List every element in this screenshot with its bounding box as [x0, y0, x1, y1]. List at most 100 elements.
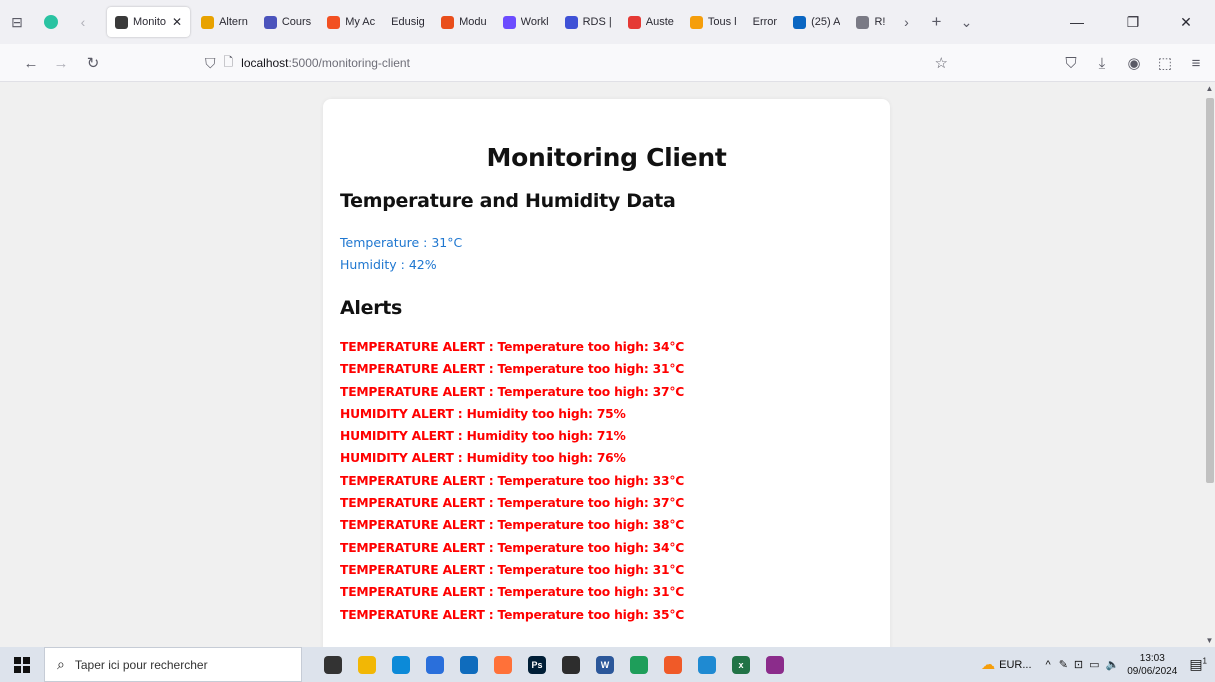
taskbar-app[interactable] [760, 650, 790, 680]
volume-icon[interactable]: 🔈 [1106, 658, 1120, 671]
tab-label: Error [752, 16, 778, 28]
page-scrollbar[interactable]: ▲ ▼ [1204, 82, 1215, 647]
taskbar-app[interactable] [556, 650, 586, 680]
browser-tab[interactable]: Monito ✕ [107, 7, 191, 37]
reload-icon[interactable]: ↻ [80, 50, 106, 76]
pocket-icon[interactable]: ⛉ [1058, 50, 1084, 76]
restore-window-icon[interactable]: ❐ [1110, 0, 1156, 44]
clock[interactable]: 13:03 09/06/2024 [1127, 652, 1177, 678]
tab-scroll-left-icon[interactable]: ‹ [70, 9, 96, 35]
battery-icon[interactable]: ▭ [1089, 658, 1099, 671]
tab-label: Altern [219, 16, 248, 28]
taskbar-app[interactable]: Ps [522, 650, 552, 680]
weather-text[interactable]: EUR... [999, 659, 1031, 671]
page-viewport: Monitoring Client Temperature and Humidi… [0, 82, 1204, 647]
account-icon[interactable]: ◉ [1121, 50, 1147, 76]
browser-tab[interactable]: Edusign [383, 7, 433, 37]
bookmark-star-icon[interactable]: ☆ [935, 54, 948, 72]
scroll-thumb[interactable] [1206, 98, 1214, 483]
browser-tab[interactable]: Auste [620, 7, 682, 37]
taskbar-search-box[interactable]: ⌕ Taper ici pour rechercher [44, 647, 302, 682]
browser-tab[interactable]: Modu [433, 7, 495, 37]
tab-scroll-right-icon[interactable]: › [893, 9, 919, 35]
new-tab-icon[interactable]: + [923, 9, 949, 35]
taskbar-app[interactable] [386, 650, 416, 680]
back-icon[interactable]: ← [18, 50, 44, 76]
weather-icon[interactable]: ☁ [981, 656, 995, 673]
navigation-toolbar: ← → ↻ ⛉ 🗋 localhost:5000/monitoring-clie… [0, 44, 1215, 82]
browser-tab[interactable]: My Ac [319, 7, 383, 37]
taskbar-app[interactable] [692, 650, 722, 680]
tab-label: Workl [520, 16, 549, 28]
edge-icon [392, 655, 410, 674]
address-bar[interactable]: ⛉ 🗋 localhost:5000/monitoring-client ☆ [205, 49, 960, 77]
monitoring-card: Monitoring Client Temperature and Humidi… [323, 99, 890, 647]
app-circle-icon [630, 655, 648, 674]
browser-tab[interactable]: Altern [193, 7, 256, 37]
tab-label: Modu [459, 16, 487, 28]
rar-icon [766, 655, 784, 674]
notifications-icon[interactable]: ▤1 [1189, 656, 1207, 673]
browser-tab[interactable]: RDS | [557, 7, 620, 37]
store-icon [426, 655, 444, 674]
taskbar-app[interactable] [352, 650, 382, 680]
scroll-up-icon[interactable]: ▲ [1204, 84, 1215, 93]
browser-tab[interactable]: Workl [495, 7, 557, 37]
alert-item: TEMPERATURE ALERT : Temperature too high… [340, 473, 685, 488]
network-icon[interactable]: ⊡ [1074, 658, 1083, 671]
file-explorer-icon [358, 655, 376, 674]
windows-logo-icon [14, 656, 30, 673]
taskbar-app[interactable] [624, 650, 654, 680]
show-hidden-icons-icon[interactable]: ^ [1046, 659, 1051, 671]
alert-item: TEMPERATURE ALERT : Temperature too high… [340, 340, 685, 354]
taskbar-app[interactable]: x [726, 650, 756, 680]
rds-icon [564, 15, 578, 29]
alert-item: HUMIDITY ALERT : Humidity too high: 75% [340, 406, 626, 421]
tab-label: RDS | [582, 16, 612, 28]
forward-icon[interactable]: → [48, 50, 74, 76]
sync-badge-icon[interactable] [38, 9, 64, 35]
taskbar-app[interactable] [454, 650, 484, 680]
lock-icon [856, 15, 870, 29]
tracking-protection-icon[interactable]: ⛉ [205, 55, 216, 72]
page-title: Monitoring Client [486, 143, 727, 172]
extensions-icon[interactable]: ⬚ [1152, 50, 1178, 76]
workload-icon [502, 15, 516, 29]
browser-tab[interactable]: Tous l [682, 7, 745, 37]
page-info-icon[interactable]: 🗋 [224, 53, 234, 74]
module-icon [441, 15, 455, 29]
taskbar-app[interactable] [488, 650, 518, 680]
alert-item: TEMPERATURE ALERT : Temperature too high… [340, 362, 685, 377]
taskbar-app[interactable] [658, 650, 688, 680]
alert-item: HUMIDITY ALERT : Humidity too high: 71% [340, 429, 626, 444]
minimize-window-icon[interactable]: — [1054, 0, 1100, 44]
tab-strip: ⊟ ‹ Monito ✕ Altern Cours My Ac Edusign Modu Wo… [0, 0, 1215, 44]
tab-label: My Ac [345, 16, 376, 28]
list-all-tabs-icon[interactable]: ⌄ [953, 9, 979, 35]
clock-time: 13:03 [1139, 652, 1165, 664]
pen-icon[interactable]: ✎ [1059, 658, 1068, 671]
alert-item: TEMPERATURE ALERT : Temperature too high… [340, 562, 685, 577]
taskbar-app[interactable] [318, 650, 348, 680]
alert-item: TEMPERATURE ALERT : Temperature too high… [340, 540, 685, 555]
browser-tab[interactable]: Cours [256, 7, 319, 37]
taskbar-app[interactable] [420, 650, 450, 680]
tab-label: Auste [645, 16, 674, 28]
menu-icon[interactable]: ≡ [1183, 50, 1209, 76]
alert-item: TEMPERATURE ALERT : Temperature too high… [340, 496, 685, 511]
start-button[interactable] [0, 647, 44, 682]
browser-tab[interactable]: R! [848, 7, 893, 37]
downloads-icon[interactable]: ⤓ [1089, 50, 1115, 76]
taskbar-app[interactable]: W [590, 650, 620, 680]
alternance-icon [201, 15, 215, 29]
browser-tab[interactable]: Error [745, 7, 785, 37]
teams-icon [263, 15, 277, 29]
alert-item: TEMPERATURE ALERT : Temperature too high… [340, 518, 685, 533]
alert-item: TEMPERATURE ALERT : Temperature too high… [340, 384, 685, 399]
close-tab-icon[interactable]: ✕ [172, 15, 182, 29]
tab-overview-icon[interactable]: ⊟ [4, 9, 30, 35]
scroll-down-icon[interactable]: ▼ [1204, 636, 1215, 645]
notification-count: 1 [1202, 656, 1207, 666]
close-window-icon[interactable]: ✕ [1163, 0, 1209, 44]
browser-tab[interactable]: (25) A [785, 7, 848, 37]
